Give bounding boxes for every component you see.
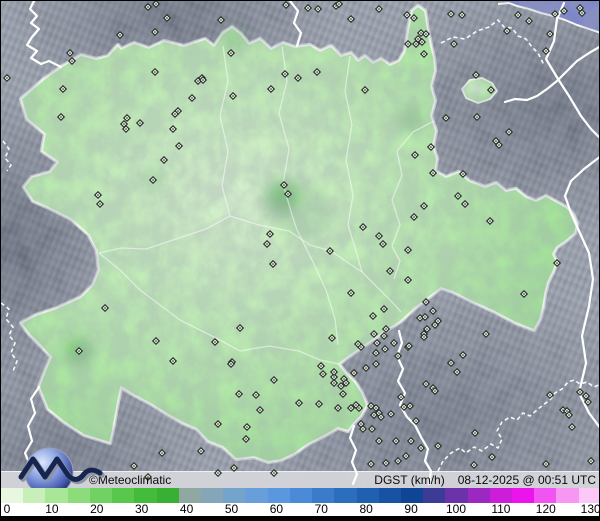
scale-segment — [378, 488, 401, 503]
scale-segment — [200, 488, 224, 503]
scale-tick: 60 — [269, 502, 284, 516]
scale-segment — [23, 488, 46, 503]
scale-segment — [556, 488, 579, 503]
map-canvas — [1, 1, 599, 486]
scale-segment — [534, 488, 557, 503]
scale-segment — [67, 488, 90, 503]
scale-segment — [1, 488, 24, 503]
scale-segment — [112, 488, 135, 503]
scale-tick: 40 — [179, 502, 194, 516]
color-scale-bar — [1, 488, 599, 503]
scale-tick: 10 — [45, 502, 59, 516]
scale-tick: 80 — [359, 502, 373, 516]
scale-tick: 110 — [491, 502, 511, 516]
scale-segment — [267, 488, 290, 503]
scale-segment — [245, 488, 268, 503]
scale-segment — [45, 488, 68, 503]
scale-segment — [134, 488, 157, 503]
bottom-black-band — [1, 516, 599, 521]
map-area: ©Meteoclimatic DGST (km/h) 08-12-2025 @ … — [1, 1, 599, 497]
scale-tick: 0 — [3, 502, 11, 516]
scale-segment — [356, 488, 379, 503]
weather-map-screenshot: ©Meteoclimatic DGST (km/h) 08-12-2025 @ … — [0, 0, 600, 521]
scale-segment — [423, 488, 446, 503]
scale-segment — [467, 488, 490, 503]
scale-tick: 70 — [314, 502, 328, 516]
scale-tick-labels: 0 10 20 30 40 50 60 70 80 90 100 110 120 130 — [1, 502, 600, 516]
scale-tick: 120 — [535, 502, 556, 516]
scale-tick: 90 — [404, 502, 418, 516]
scale-segment — [334, 488, 357, 503]
scale-segment — [178, 488, 201, 503]
scale-segment — [512, 488, 535, 503]
scale-tick: 30 — [135, 502, 149, 516]
scale-segment — [445, 488, 468, 503]
scale-segment — [578, 488, 599, 503]
scale-segment — [289, 488, 313, 503]
scale-segment — [89, 488, 113, 503]
scale-segment — [156, 488, 179, 503]
variable-label: DGST (km/h) — [374, 473, 445, 487]
scale-segment — [312, 488, 335, 503]
timestamp-label: 08-12-2025 @ 00:51 UTC — [457, 473, 596, 487]
scale-segment — [223, 488, 246, 503]
scale-tick: 50 — [224, 502, 239, 516]
scale-tick: 20 — [90, 502, 104, 516]
scale-tick: 100 — [445, 502, 467, 516]
scale-segment — [400, 488, 424, 503]
scale-segment — [489, 488, 513, 503]
scale-tick: 130 — [580, 502, 600, 516]
